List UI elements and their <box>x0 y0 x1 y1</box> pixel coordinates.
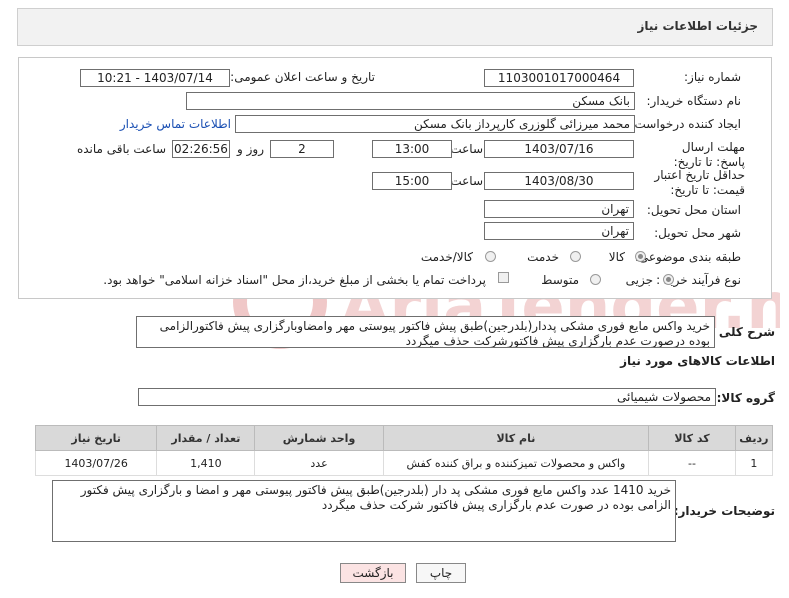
buyer-org-field: بانک مسکن <box>186 92 635 110</box>
delivery-city-label: شهر محل تحویل: <box>654 226 741 240</box>
goods-section-title: اطلاعات کالاهای مورد نیاز <box>620 354 775 368</box>
process-minor-radio[interactable] <box>663 274 674 285</box>
buyer-org-label: نام دستگاه خریدار: <box>646 94 742 108</box>
treasury-payment-checkbox[interactable] <box>498 272 509 283</box>
announce-datetime-field: 1403/07/14 - 10:21 <box>80 69 230 87</box>
days-remaining-field: 2 <box>270 140 334 158</box>
cell-row-number: 1 <box>734 450 774 476</box>
goods-table: ردیف کد کالا نام کالا واحد شمارش تعداد /… <box>34 425 774 476</box>
treasury-payment-note: پرداخت تمام یا بخشی از مبلغ خرید،از محل … <box>103 273 486 287</box>
print-button[interactable]: چاپ <box>416 563 466 583</box>
category-goods-service-radio[interactable] <box>485 251 496 262</box>
days-label: روز و <box>237 142 264 156</box>
need-number-field: 1103001017000464 <box>484 69 634 87</box>
price-validity-label: حداقل تاریخ اعتبار قیمت: تا تاریخ: <box>654 168 745 197</box>
validity-time-label: ساعت <box>450 174 483 188</box>
delivery-province-field: تهران <box>484 200 634 218</box>
response-deadline-label: مهلت ارسال پاسخ: تا تاریخ: <box>673 140 745 169</box>
goods-group-field: محصولات شیمیائی <box>138 388 716 406</box>
page-title: جزئیات اطلاعات نیاز <box>637 19 758 33</box>
deadline-time-field: 13:00 <box>372 140 452 158</box>
deadline-date-field: 1403/07/16 <box>484 140 634 158</box>
request-creator-field: محمد میرزائی گلوزری کارپرداز بانک مسکن <box>235 115 635 133</box>
deadline-time-label: ساعت <box>450 142 483 156</box>
cell-item-code: -- <box>648 450 736 476</box>
validity-time-field: 15:00 <box>372 172 452 190</box>
buyer-notes-text: خرید 1410 عدد واکس مایع فوری مشکی پد دار… <box>52 480 676 542</box>
buyer-notes-label: توضیحات خریدار: <box>673 504 775 518</box>
table-header-row: ردیف کد کالا نام کالا واحد شمارش تعداد /… <box>34 425 774 451</box>
cell-item-name: واکس و محصولات تمیزکننده و براق کننده کف… <box>382 450 650 476</box>
delivery-city-field: تهران <box>484 222 634 240</box>
cell-unit: عدد <box>254 450 384 476</box>
remaining-time-field: 02:26:56 <box>172 140 230 158</box>
column-header-unit: واحد شمارش <box>254 425 384 451</box>
column-header-quantity: تعداد / مقدار <box>156 425 256 451</box>
category-service-label: خدمت <box>527 250 559 264</box>
cell-need-date: 1403/07/26 <box>34 450 158 476</box>
need-description-text: خرید واکس مایع فوری مشکی پددار(بلدرجین)ط… <box>136 316 715 348</box>
remaining-time-label: ساعت باقی مانده <box>76 142 166 156</box>
page-header: جزئیات اطلاعات نیاز <box>17 8 773 46</box>
column-header-row-number: ردیف <box>734 425 774 451</box>
process-medium-radio[interactable] <box>590 274 601 285</box>
goods-group-label: گروه کالا: <box>716 391 775 405</box>
column-header-item-code: کد کالا <box>648 425 736 451</box>
announce-datetime-label: تاریخ و ساعت اعلان عمومی: <box>230 70 375 84</box>
cell-quantity: 1,410 <box>156 450 256 476</box>
process-minor-label: جزیی <box>625 273 653 287</box>
column-header-item-name: نام کالا <box>382 425 650 451</box>
request-creator-label: ایجاد کننده درخواست: <box>630 117 741 131</box>
category-goods-service-label: کالا/خدمت <box>420 250 473 264</box>
category-goods-label: کالا <box>608 250 625 264</box>
column-header-need-date: تاریخ نیاز <box>34 425 158 451</box>
category-service-radio[interactable] <box>570 251 581 262</box>
back-button[interactable]: بازگشت <box>340 563 406 583</box>
process-medium-label: متوسط <box>541 273 579 287</box>
need-number-label: شماره نیاز: <box>684 70 741 84</box>
subject-category-label: طبقه بندی موضوعی: <box>634 250 741 264</box>
validity-date-field: 1403/08/30 <box>484 172 634 190</box>
buyer-contact-link[interactable]: اطلاعات تماس خریدار <box>120 117 231 131</box>
category-goods-radio[interactable] <box>635 251 646 262</box>
table-row: 1 -- واکس و محصولات تمیزکننده و براق کنن… <box>34 450 774 476</box>
delivery-province-label: استان محل تحویل: <box>646 203 741 217</box>
